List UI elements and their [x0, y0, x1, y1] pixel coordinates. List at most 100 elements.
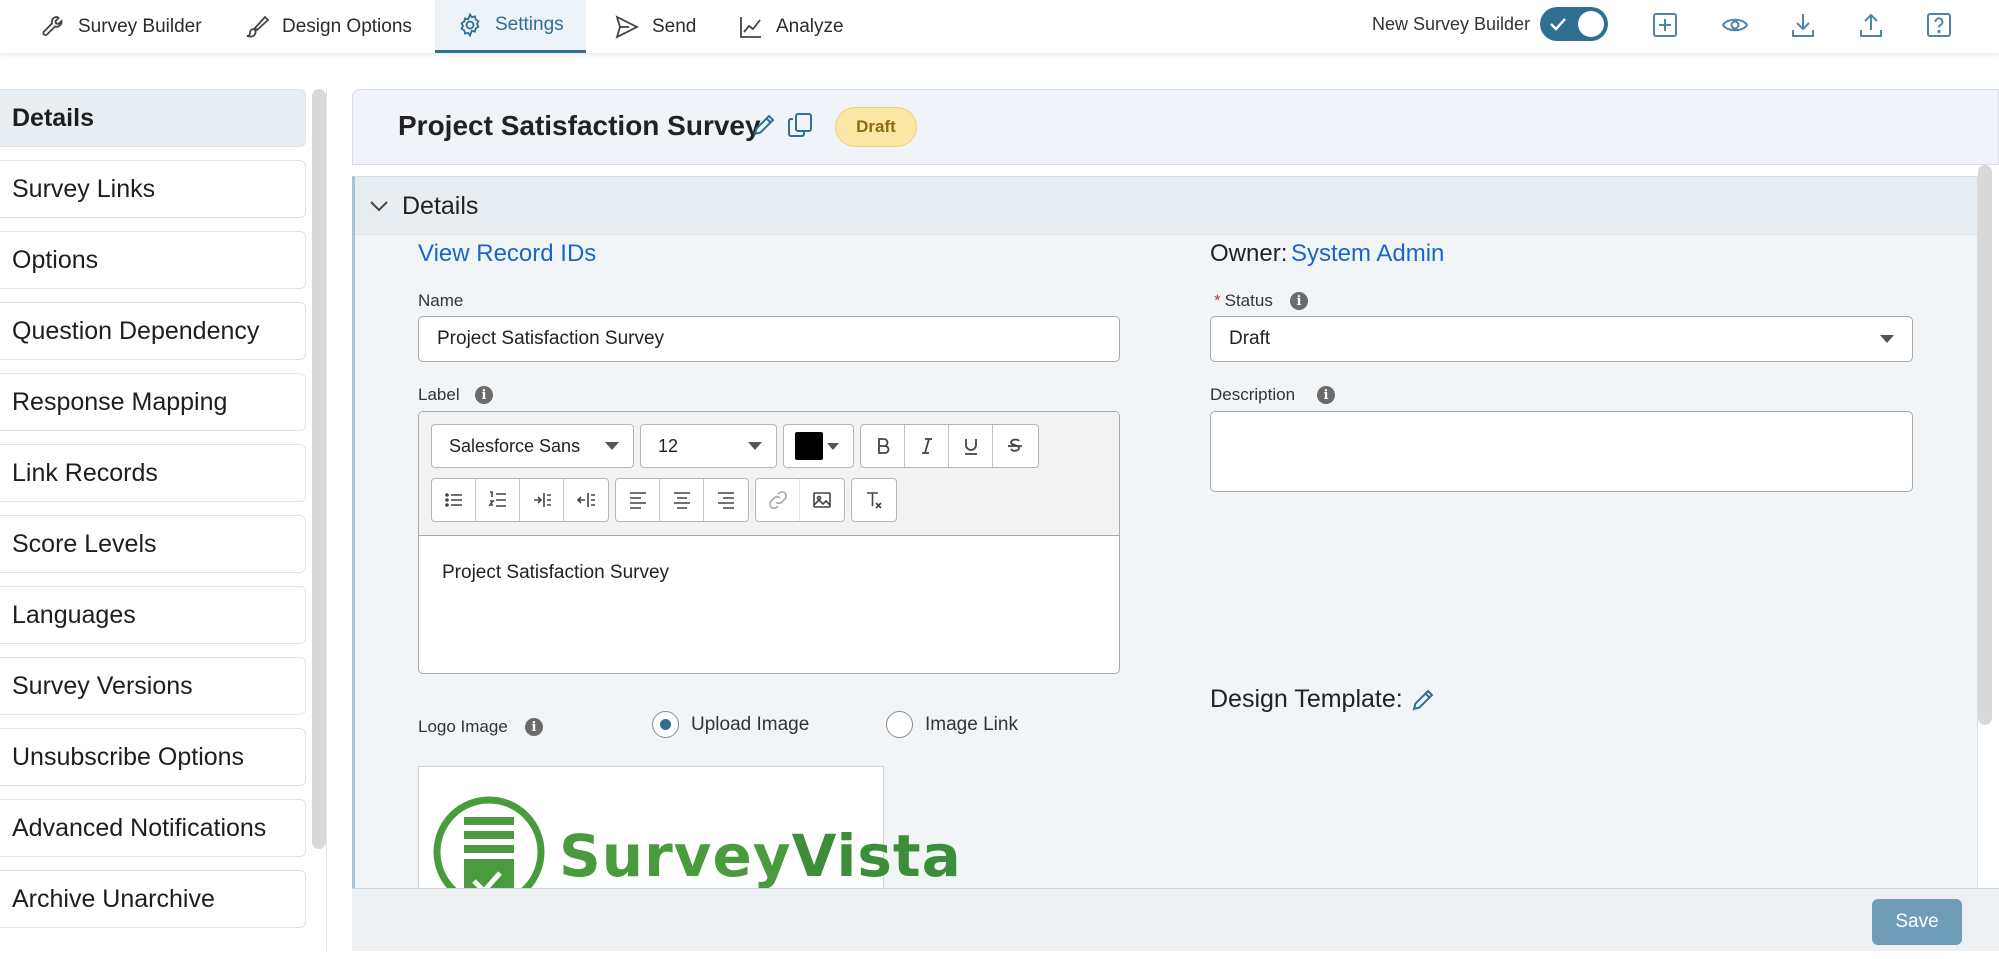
- logo-image-label: Logo Image: [418, 717, 508, 736]
- image-icon: [813, 492, 831, 508]
- new-survey-builder-toggle[interactable]: [1540, 7, 1608, 41]
- sidebar-item-label: Score Levels: [12, 529, 157, 558]
- image-button[interactable]: [800, 479, 844, 521]
- copy-icon[interactable]: [786, 111, 814, 139]
- tab-label: Send: [652, 15, 697, 37]
- logo-wordmark-vista: Vista: [791, 822, 962, 890]
- tab-analyze[interactable]: Analyze: [738, 0, 844, 53]
- details-section-header[interactable]: Details: [355, 177, 1977, 235]
- text-style-group: [860, 424, 1039, 468]
- outdent-button[interactable]: [564, 479, 608, 521]
- rte-content[interactable]: Project Satisfaction Survey: [442, 562, 669, 584]
- sidebar-item-link-records[interactable]: Link Records: [0, 444, 306, 502]
- main-scrollbar[interactable]: [1978, 165, 1992, 725]
- sidebar-item-languages[interactable]: Languages: [0, 586, 306, 644]
- pencil-icon[interactable]: [1410, 687, 1436, 713]
- font-size-select[interactable]: 12: [640, 424, 777, 468]
- tab-design-options[interactable]: Design Options: [244, 0, 412, 53]
- chart-line-icon: [738, 14, 764, 40]
- download-icon[interactable]: [1788, 10, 1818, 40]
- strikethrough-button[interactable]: [993, 425, 1037, 467]
- align-center-button[interactable]: [660, 479, 704, 521]
- tab-label: Survey Builder: [78, 15, 202, 37]
- description-textarea[interactable]: [1210, 411, 1913, 492]
- sidebar-item-label: Options: [12, 245, 99, 274]
- page-title: Project Satisfaction Survey: [398, 110, 761, 141]
- image-link-radio[interactable]: [886, 711, 913, 738]
- tab-label: Design Options: [282, 15, 412, 37]
- owner-link[interactable]: System Admin: [1291, 240, 1444, 268]
- clear-formatting-icon: [867, 492, 882, 509]
- eye-icon[interactable]: [1720, 10, 1750, 40]
- indent-icon: [533, 493, 551, 507]
- sidebar-item-archive-unarchive[interactable]: Archive Unarchive: [0, 870, 306, 928]
- bullet-list-button[interactable]: [432, 479, 476, 521]
- save-button[interactable]: Save: [1872, 899, 1962, 945]
- new-survey-builder-label: New Survey Builder: [1372, 14, 1531, 34]
- design-template-label: Design Template:: [1210, 685, 1403, 713]
- info-icon[interactable]: i: [525, 718, 543, 736]
- help-icon[interactable]: [1924, 10, 1954, 40]
- tab-survey-builder[interactable]: Survey Builder: [40, 0, 202, 53]
- indent-button[interactable]: [520, 479, 564, 521]
- clear-formatting-button[interactable]: [852, 479, 896, 521]
- info-icon[interactable]: i: [475, 386, 493, 404]
- underline-button[interactable]: [949, 425, 993, 467]
- text-color-picker[interactable]: [783, 424, 854, 468]
- sidebar-item-label: Unsubscribe Options: [12, 742, 245, 771]
- sidebar-item-score-levels[interactable]: Score Levels: [0, 515, 306, 573]
- font-family-value: Salesforce Sans: [449, 435, 581, 456]
- font-family-select[interactable]: Salesforce Sans: [431, 424, 634, 468]
- sidebar-scrollbar[interactable]: [312, 89, 326, 849]
- tab-label: Analyze: [776, 15, 844, 37]
- label-rich-text-editor: Salesforce Sans 12 Project Satisfaction …: [418, 411, 1120, 674]
- info-icon[interactable]: i: [1317, 386, 1335, 404]
- color-swatch: [795, 432, 823, 460]
- sidebar-item-unsubscribe-options[interactable]: Unsubscribe Options: [0, 728, 306, 786]
- sidebar-item-response-mapping[interactable]: Response Mapping: [0, 373, 306, 431]
- upload-icon[interactable]: [1856, 10, 1886, 40]
- name-input[interactable]: Project Satisfaction Survey: [418, 316, 1120, 362]
- italic-icon: [921, 438, 932, 454]
- bold-button[interactable]: [861, 425, 905, 467]
- link-button[interactable]: [756, 479, 800, 521]
- upload-image-radio[interactable]: [652, 711, 679, 738]
- sidebar-item-label: Survey Versions: [12, 671, 193, 700]
- chevron-down-icon[interactable]: [368, 195, 390, 217]
- pencil-icon[interactable]: [751, 112, 777, 138]
- tab-label: Settings: [495, 14, 564, 35]
- tab-settings[interactable]: Settings: [435, 0, 586, 53]
- tab-send[interactable]: Send: [614, 0, 696, 53]
- align-group: [615, 478, 749, 522]
- sidebar-item-options[interactable]: Options: [0, 231, 306, 289]
- logo-wordmark-survey: Survey: [559, 822, 792, 890]
- view-record-ids-link[interactable]: View Record IDs: [418, 240, 596, 268]
- font-size-value: 12: [658, 435, 679, 456]
- sidebar-item-survey-links[interactable]: Survey Links: [0, 160, 306, 218]
- send-icon: [614, 14, 640, 40]
- check-icon: [1550, 18, 1566, 31]
- info-icon[interactable]: i: [1290, 292, 1308, 310]
- align-left-button[interactable]: [616, 479, 660, 521]
- name-input-value: Project Satisfaction Survey: [437, 328, 665, 349]
- status-select[interactable]: Draft: [1210, 316, 1913, 362]
- strikethrough-icon: [1008, 438, 1022, 452]
- chevron-down-icon: [1880, 335, 1894, 343]
- sidebar-item-label: Question Dependency: [12, 316, 260, 345]
- survey-header: Project Satisfaction Survey Draft: [352, 89, 1999, 165]
- sidebar-item-details[interactable]: Details: [0, 89, 306, 147]
- align-left-icon: [629, 492, 646, 509]
- add-box-icon[interactable]: [1650, 10, 1680, 40]
- upload-image-label: Upload Image: [691, 714, 810, 735]
- details-heading: Details: [402, 192, 479, 220]
- sidebar-item-question-dependency[interactable]: Question Dependency: [0, 302, 306, 360]
- italic-button[interactable]: [905, 425, 949, 467]
- chevron-down-icon: [748, 442, 762, 450]
- bold-icon: [877, 438, 889, 454]
- numbered-list-button[interactable]: [476, 479, 520, 521]
- sidebar-item-advanced-notifications[interactable]: Advanced Notifications: [0, 799, 306, 857]
- align-right-button[interactable]: [704, 479, 748, 521]
- align-right-icon: [718, 492, 734, 509]
- sidebar-item-label: Survey Links: [12, 174, 156, 203]
- sidebar-item-survey-versions[interactable]: Survey Versions: [0, 657, 306, 715]
